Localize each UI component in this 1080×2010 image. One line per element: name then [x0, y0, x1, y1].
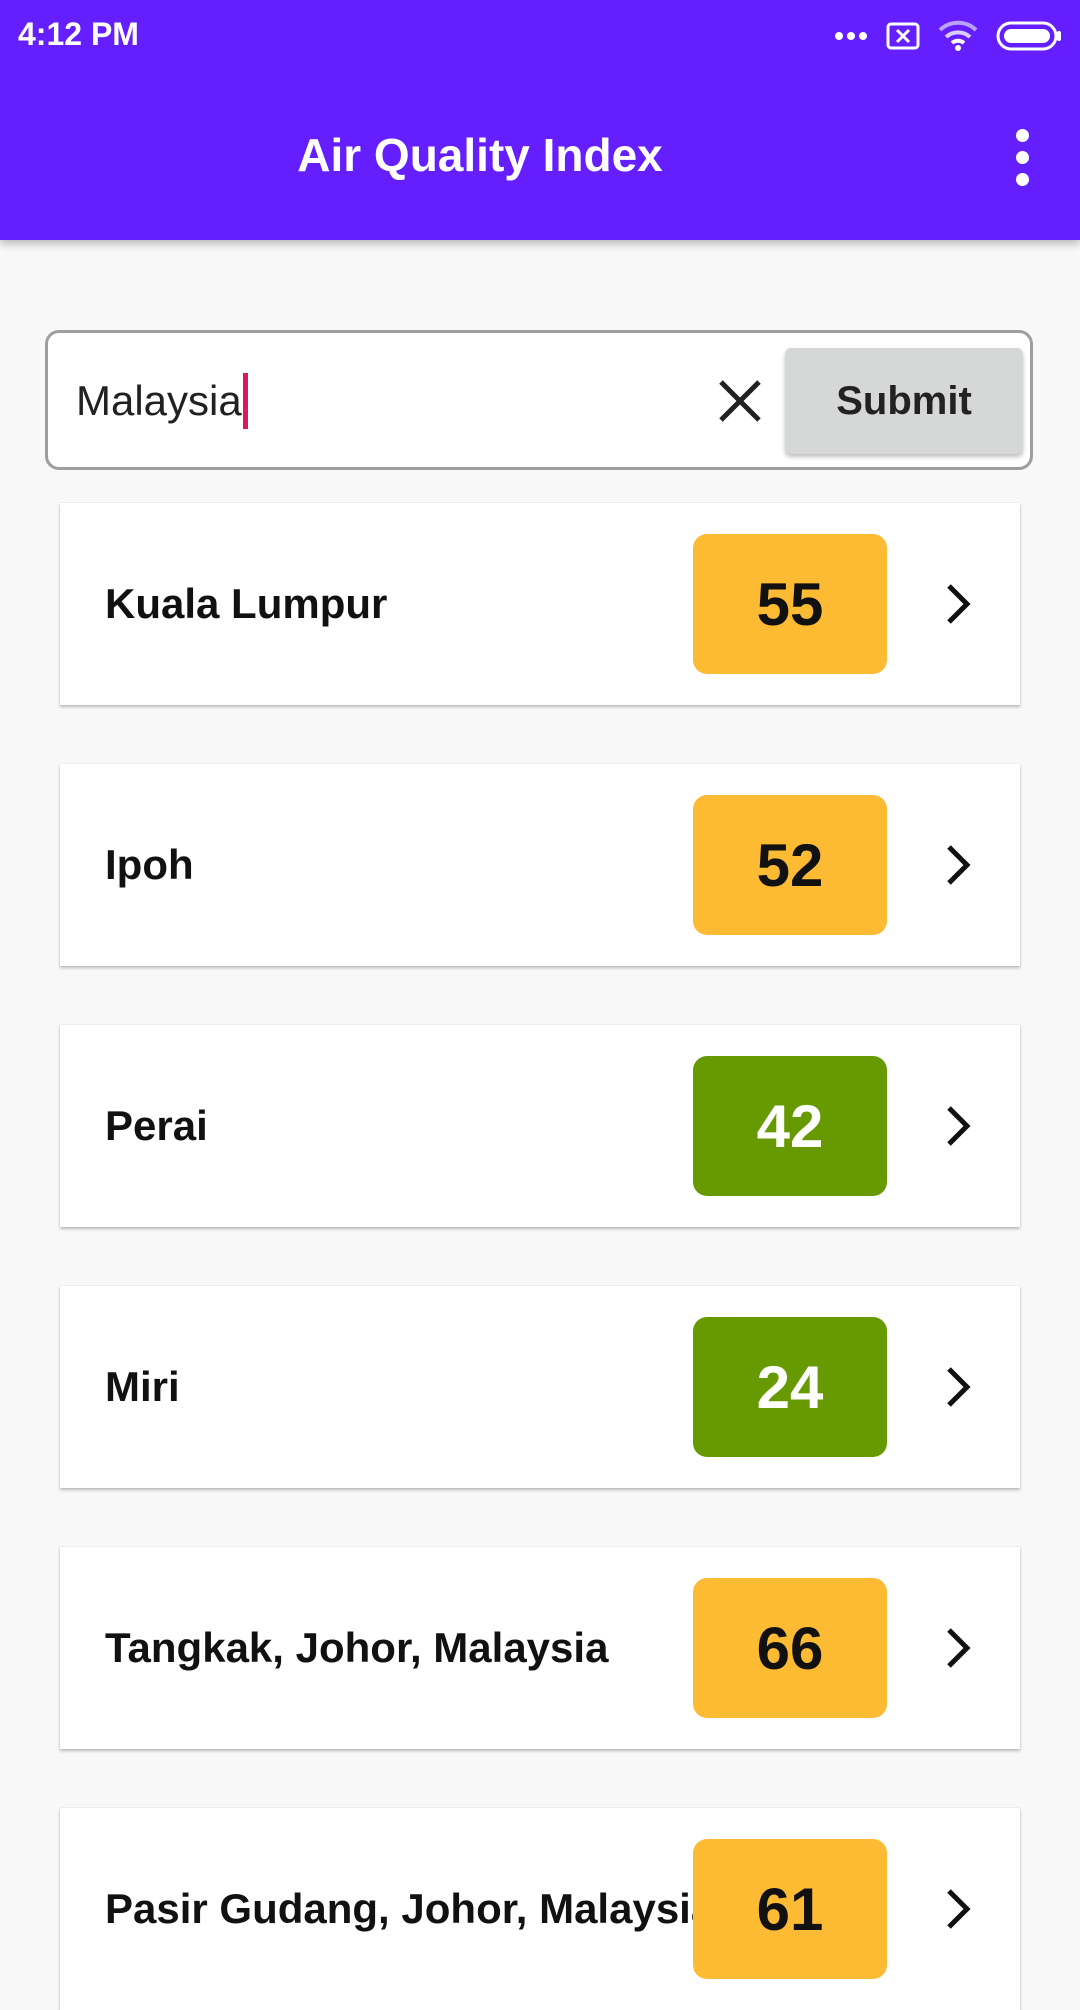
- city-card[interactable]: Kuala Lumpur 55: [60, 503, 1020, 705]
- chevron-right-icon[interactable]: [930, 837, 986, 893]
- aqi-badge: 55: [693, 534, 887, 674]
- city-name: Ipoh: [105, 841, 194, 888]
- wifi-icon: [938, 20, 978, 52]
- page-title: Air Quality Index: [297, 129, 663, 181]
- battery-icon: [996, 21, 1062, 51]
- chevron-right-icon[interactable]: [930, 1620, 986, 1676]
- aqi-badge: 42: [693, 1056, 887, 1196]
- status-icons: [834, 18, 1062, 54]
- aqi-badge: 52: [693, 795, 887, 935]
- more-dots-icon: [834, 31, 868, 41]
- search-box: Malaysia Submit: [45, 330, 1033, 470]
- app-bar: 4:12 PM Air Quality Index: [0, 0, 1080, 240]
- status-time: 4:12 PM: [18, 16, 139, 52]
- city-card[interactable]: Tangkak, Johor, Malaysia 66: [60, 1547, 1020, 1749]
- aqi-badge: 24: [693, 1317, 887, 1457]
- chevron-right-icon[interactable]: [930, 1359, 986, 1415]
- search-input-value: Malaysia: [76, 377, 242, 424]
- chevron-right-icon[interactable]: [930, 576, 986, 632]
- city-card[interactable]: Perai 42: [60, 1025, 1020, 1227]
- aqi-badge: 66: [693, 1578, 887, 1718]
- city-card[interactable]: Ipoh 52: [60, 764, 1020, 966]
- city-name: Perai: [105, 1102, 208, 1149]
- city-name: Miri: [105, 1363, 180, 1410]
- city-name: Tangkak, Johor, Malaysia: [105, 1624, 609, 1671]
- close-icon[interactable]: [708, 369, 772, 433]
- city-card[interactable]: Miri 24: [60, 1286, 1020, 1488]
- text-caret: [242, 373, 248, 429]
- chevron-right-icon[interactable]: [930, 1098, 986, 1154]
- overflow-menu-icon[interactable]: [994, 122, 1050, 192]
- aqi-badge: 61: [693, 1839, 887, 1979]
- search-input[interactable]: Malaysia: [76, 361, 696, 441]
- city-name: Pasir Gudang, Johor, Malaysia: [105, 1885, 715, 1932]
- submit-button[interactable]: Submit: [785, 348, 1023, 454]
- notification-icon: [886, 22, 920, 50]
- city-name: Kuala Lumpur: [105, 580, 388, 627]
- chevron-right-icon[interactable]: [930, 1881, 986, 1937]
- city-card[interactable]: Pasir Gudang, Johor, Malaysia 61: [60, 1808, 1020, 2010]
- status-bar: 4:12 PM: [0, 0, 1080, 72]
